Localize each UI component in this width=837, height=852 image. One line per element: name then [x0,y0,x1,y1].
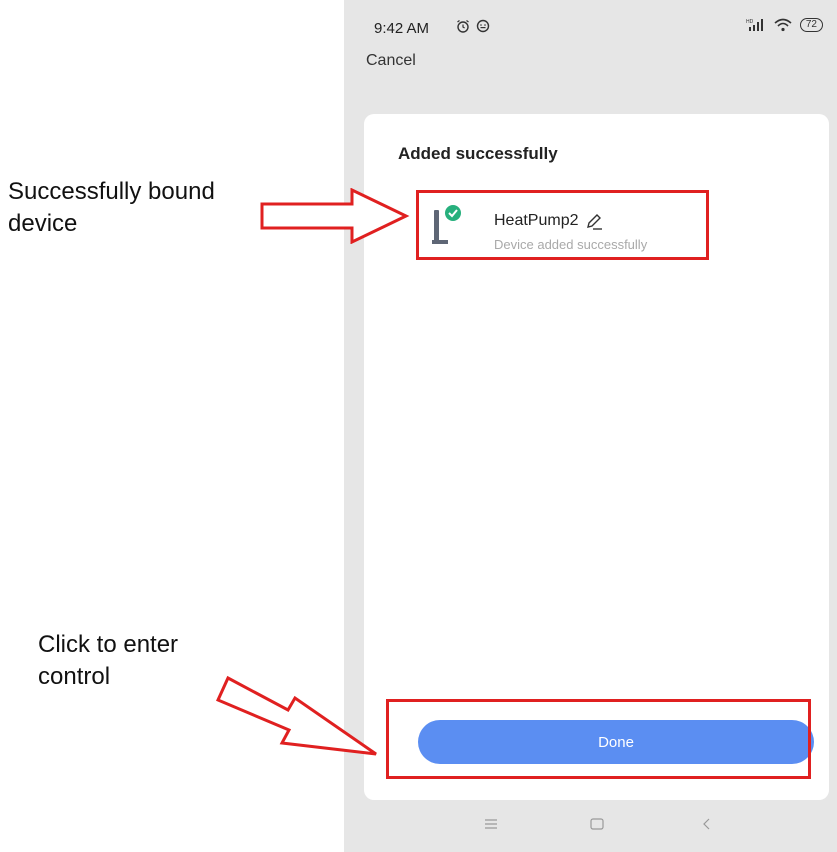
device-highlight-box [416,190,709,260]
battery-icon: 72 [799,18,823,32]
face-icon [476,19,490,33]
status-bar: 9:42 AM HD 72 [344,0,837,48]
menu-nav-icon[interactable] [483,816,499,832]
annotation-bound-device: Successfully bound device [8,176,215,241]
status-icons-right: HD 72 [746,18,823,32]
cancel-button[interactable]: Cancel [366,52,416,70]
alarm-icon [457,20,469,33]
battery-level: 72 [805,19,817,30]
annotation-line: Click to enter [38,631,179,658]
network-label: HD [746,19,754,25]
home-nav-icon[interactable] [589,816,605,832]
back-nav-icon[interactable] [699,816,715,832]
annotation-line: control [38,663,111,691]
annotation-line: Successfully bound [8,178,215,205]
arrow-right-icon [215,675,377,756]
wifi-icon [774,18,792,32]
card-title: Added successfully [398,144,558,163]
signal-icon: HD [746,19,763,31]
status-time: 9:42 AM [374,20,430,37]
annotation-line: device [8,210,78,238]
arrow-right-icon [260,188,410,244]
system-nav-bar [344,810,837,852]
annotation-enter-control: Click to enter control [38,629,178,694]
status-icons-left [456,19,490,33]
done-highlight-box [386,699,811,779]
